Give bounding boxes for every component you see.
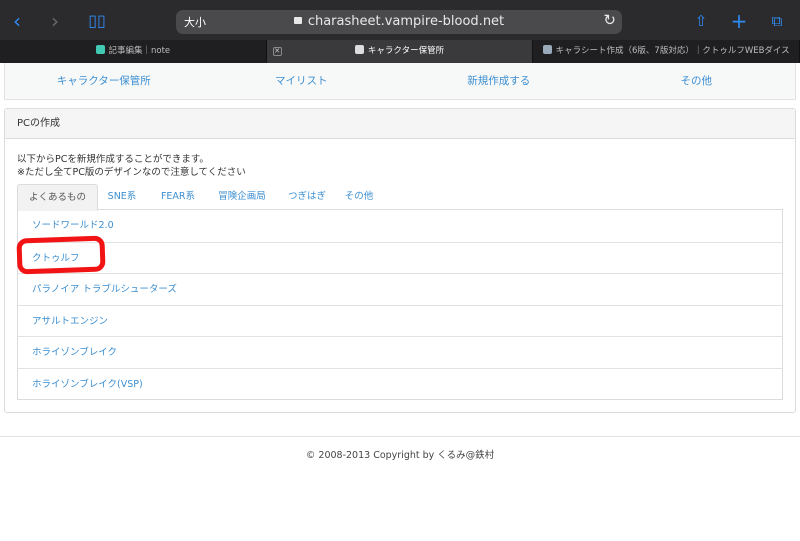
nav-character-archive[interactable]: キャラクター保管所 xyxy=(5,63,203,99)
tabs-overview-icon[interactable]: ⧉ xyxy=(766,10,788,32)
tab-note[interactable]: 記事編集｜note xyxy=(0,40,267,63)
browser-toolbar: ‹ › ▯▯ 大小 charasheet.vampire-blood.net ↻… xyxy=(0,0,800,40)
nav-create-new[interactable]: 新規作成する xyxy=(400,63,598,99)
panel-title: PCの作成 xyxy=(5,109,795,139)
lock-icon xyxy=(293,17,302,24)
footer-divider xyxy=(0,436,800,437)
reload-icon[interactable]: ↻ xyxy=(603,11,616,29)
back-icon[interactable]: ‹ xyxy=(6,10,28,32)
nav-my-list[interactable]: マイリスト xyxy=(203,63,401,99)
close-tab-icon[interactable]: ✕ xyxy=(272,47,282,56)
list-item-paranoia[interactable]: パラノイア トラブルシューターズ xyxy=(18,273,782,305)
system-list: ソードワールド2.0 クトゥルフ パラノイア トラブルシューターズ アサルトエン… xyxy=(17,210,783,400)
list-item-horizon-break[interactable]: ホライゾンブレイク xyxy=(18,336,782,368)
address-bar[interactable]: 大小 charasheet.vampire-blood.net ↻ xyxy=(176,10,622,34)
tab-label: キャラクター保管所 xyxy=(367,46,445,56)
tab-label: 記事編集｜note xyxy=(108,46,171,56)
film-favicon-icon xyxy=(354,45,364,54)
tab-label: キャラシート作成（6版、7版対応）｜クトゥルフWEBダイス xyxy=(555,46,790,56)
forward-icon[interactable]: › xyxy=(44,10,66,32)
footer-copyright: © 2008-2013 Copyright by くるみ@鉄村 xyxy=(305,450,495,461)
browser-tab-bar: 記事編集｜note ✕ キャラクター保管所 キャラシート作成（6版、7版対応）｜… xyxy=(0,40,800,63)
tab-charasheet[interactable]: ✕ キャラクター保管所 xyxy=(266,40,534,63)
tab-fear[interactable]: FEAR系 xyxy=(153,184,203,210)
webdice-favicon-icon xyxy=(542,45,552,54)
intro-note: ※ただし全てPC版のデザインなので注意してください xyxy=(17,167,246,178)
tab-other[interactable]: その他 xyxy=(341,184,377,210)
list-item-horizon-break-vsp[interactable]: ホライゾンブレイク(VSP) xyxy=(18,367,782,400)
url-host: charasheet.vampire-blood.net xyxy=(307,14,505,29)
highlight-annotation xyxy=(16,235,106,275)
tab-sne[interactable]: SNE系 xyxy=(103,184,141,210)
bookmarks-icon[interactable]: ▯▯ xyxy=(86,10,108,32)
list-item-assault-engine[interactable]: アサルトエンジン xyxy=(18,304,782,337)
list-item-sword-world[interactable]: ソードワールド2.0 xyxy=(18,210,782,242)
system-tabs: よくあるもの SNE系 FEAR系 冒険企画局 つぎはぎ その他 xyxy=(17,184,783,211)
new-tab-icon[interactable]: + xyxy=(728,10,750,32)
tab-tsugihagi[interactable]: つぎはぎ xyxy=(283,184,331,210)
tab-common[interactable]: よくあるもの xyxy=(17,184,98,211)
tab-bouken-kikakukyoku[interactable]: 冒険企画局 xyxy=(212,184,272,210)
share-icon[interactable]: ⇧ xyxy=(690,10,712,32)
panel-intro: 以下からPCを新規作成することができます。 ※ただし全てPC版のデザインなので注… xyxy=(17,153,246,179)
note-favicon-icon xyxy=(95,45,105,54)
tab-webdice[interactable]: キャラシート作成（6版、7版対応）｜クトゥルフWEBダイス xyxy=(533,40,800,63)
nav-other[interactable]: その他 xyxy=(598,63,796,99)
site-nav: キャラクター保管所 マイリスト 新規作成する その他 xyxy=(4,63,796,100)
list-item-cthulhu[interactable]: クトゥルフ xyxy=(18,241,782,274)
intro-line: 以下からPCを新規作成することができます。 xyxy=(17,154,209,165)
pc-create-panel: PCの作成 以下からPCを新規作成することができます。 ※ただし全てPC版のデザ… xyxy=(4,108,796,413)
